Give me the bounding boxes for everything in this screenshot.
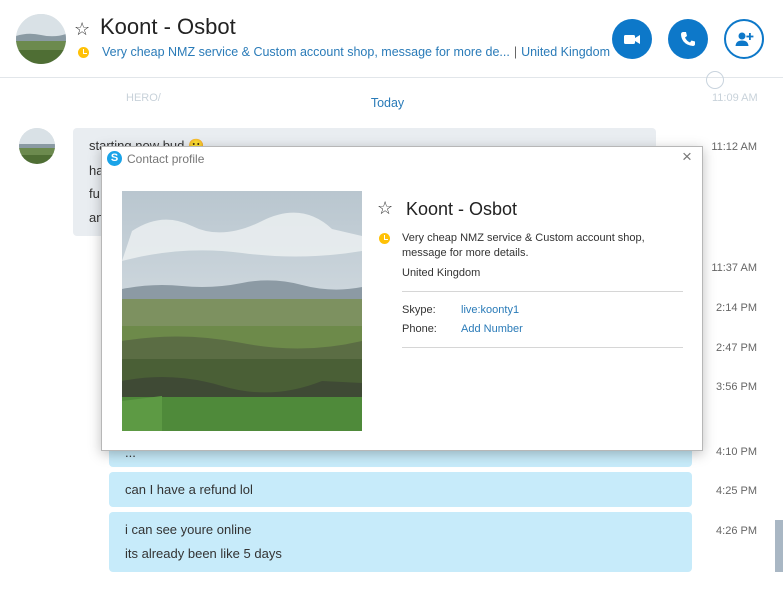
add-people-icon bbox=[735, 32, 754, 46]
skype-id-link[interactable]: live:koonty1 bbox=[461, 304, 519, 316]
divider bbox=[402, 291, 683, 292]
message-timestamp: 11:37 AM bbox=[711, 262, 757, 274]
favorite-star-icon[interactable]: ☆ bbox=[377, 199, 393, 217]
skype-id-label: Skype: bbox=[402, 304, 436, 316]
skype-logo-icon: S bbox=[107, 151, 122, 166]
message-timestamp: 4:10 PM bbox=[716, 446, 757, 458]
add-number-link[interactable]: Add Number bbox=[461, 323, 523, 335]
add-people-button[interactable] bbox=[724, 19, 764, 59]
message-line: can I have a refund lol bbox=[125, 482, 253, 497]
dialog-title: Contact profile bbox=[127, 152, 205, 166]
audio-call-button[interactable] bbox=[668, 19, 708, 59]
profile-mood: Very cheap NMZ service & Custom account … bbox=[402, 232, 645, 259]
contact-name[interactable]: Koont - Osbot bbox=[100, 14, 236, 40]
faded-message: HERO/ bbox=[126, 92, 161, 104]
contact-mood-line: Very cheap NMZ service & Custom account … bbox=[102, 45, 610, 59]
divider bbox=[402, 347, 683, 348]
faded-timestamp: 11:09 AM bbox=[712, 92, 758, 104]
globe-icon bbox=[706, 71, 724, 89]
message-timestamp: 3:56 PM bbox=[716, 381, 757, 393]
skype-window: ☆ Koont - Osbot Very cheap NMZ service &… bbox=[0, 0, 783, 601]
message-line: fu bbox=[89, 186, 100, 201]
close-icon[interactable]: × bbox=[679, 148, 695, 165]
message-timestamp: 2:14 PM bbox=[716, 302, 757, 314]
message-timestamp: 2:47 PM bbox=[716, 342, 757, 354]
sender-avatar[interactable] bbox=[19, 128, 55, 164]
scrollbar-thumb[interactable] bbox=[775, 520, 783, 572]
message-line: its already been like 5 days bbox=[125, 546, 282, 561]
message-timestamp: 4:25 PM bbox=[716, 485, 757, 497]
video-call-icon bbox=[624, 35, 640, 44]
contact-profile-dialog: S Contact profile × ☆ Koont - Osbot Very… bbox=[101, 146, 703, 451]
profile-photo bbox=[122, 191, 362, 431]
profile-name: Koont - Osbot bbox=[406, 199, 518, 219]
video-call-button[interactable] bbox=[612, 19, 652, 59]
mood-message: Very cheap NMZ service & Custom account … bbox=[102, 45, 510, 59]
conversation-header: ☆ Koont - Osbot Very cheap NMZ service &… bbox=[0, 0, 783, 78]
outgoing-message-bubble[interactable]: can I have a refund lol bbox=[109, 472, 692, 507]
message-line: i can see youre online bbox=[125, 522, 252, 537]
profile-location: United Kingdom bbox=[402, 267, 481, 279]
phone-label: Phone: bbox=[402, 323, 437, 335]
audio-call-icon bbox=[681, 32, 695, 46]
favorite-star-icon[interactable]: ☆ bbox=[74, 20, 90, 38]
outgoing-message-bubble[interactable]: i can see youre online its already been … bbox=[109, 512, 692, 572]
mood-separator: | bbox=[513, 45, 518, 59]
date-divider: Today bbox=[370, 96, 405, 110]
contact-location: United Kingdom bbox=[521, 45, 611, 59]
mood-icon bbox=[379, 233, 390, 244]
message-timestamp: 11:12 AM bbox=[711, 141, 757, 153]
contact-avatar[interactable] bbox=[16, 14, 66, 64]
mood-icon bbox=[78, 47, 89, 58]
message-timestamp: 4:26 PM bbox=[716, 525, 757, 537]
